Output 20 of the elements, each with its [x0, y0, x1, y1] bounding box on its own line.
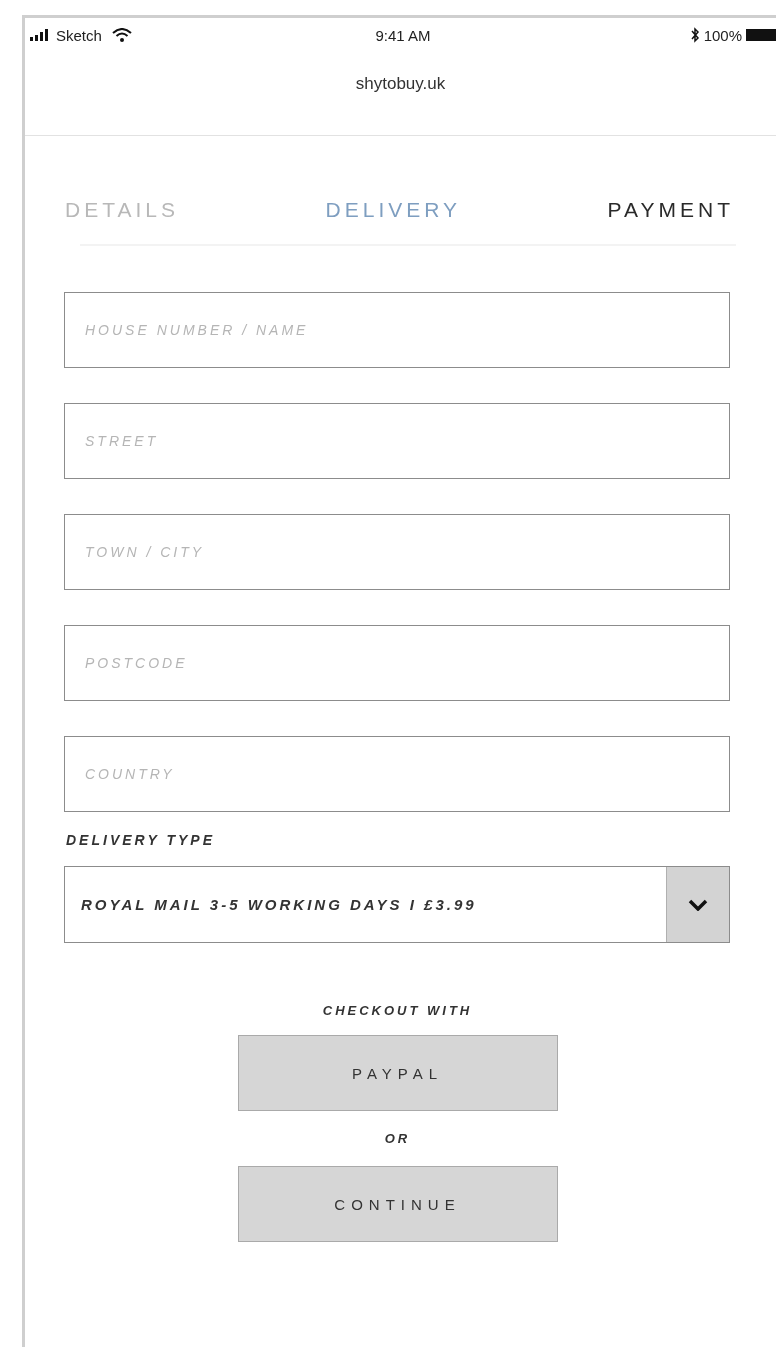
page-url: shytobuy.uk — [355, 73, 446, 94]
battery-icon — [746, 29, 776, 41]
text-field[interactable]: POSTCODE — [64, 625, 730, 701]
wifi-icon — [111, 28, 132, 42]
checkout-heading: CHECKOUT WITH — [322, 1003, 473, 1018]
delivery-select[interactable]: ROYAL MAIL 3-5 WORKING DAYS I £3.99 — [64, 866, 730, 943]
or-separator: OR — [384, 1131, 411, 1146]
battery-percent: 100% — [703, 26, 742, 44]
step-tab[interactable]: PAYMENT — [607, 198, 734, 222]
carrier-name: Sketch — [56, 26, 102, 44]
paypal-button[interactable]: PAYPAL — [237, 1035, 558, 1111]
bluetooth-icon — [689, 27, 700, 43]
continue-button[interactable]: CONTINUE — [237, 1166, 558, 1242]
status-time: 9:41 AM — [375, 26, 431, 44]
chevron-down-icon — [688, 898, 708, 911]
text-field[interactable]: HOUSE NUMBER / NAME — [64, 292, 730, 368]
text-field[interactable]: COUNTRY — [64, 736, 730, 812]
text-field[interactable]: STREET — [64, 403, 730, 479]
field-label: DELIVERY TYPE — [66, 832, 216, 848]
text-field[interactable]: TOWN / CITY — [64, 514, 730, 590]
